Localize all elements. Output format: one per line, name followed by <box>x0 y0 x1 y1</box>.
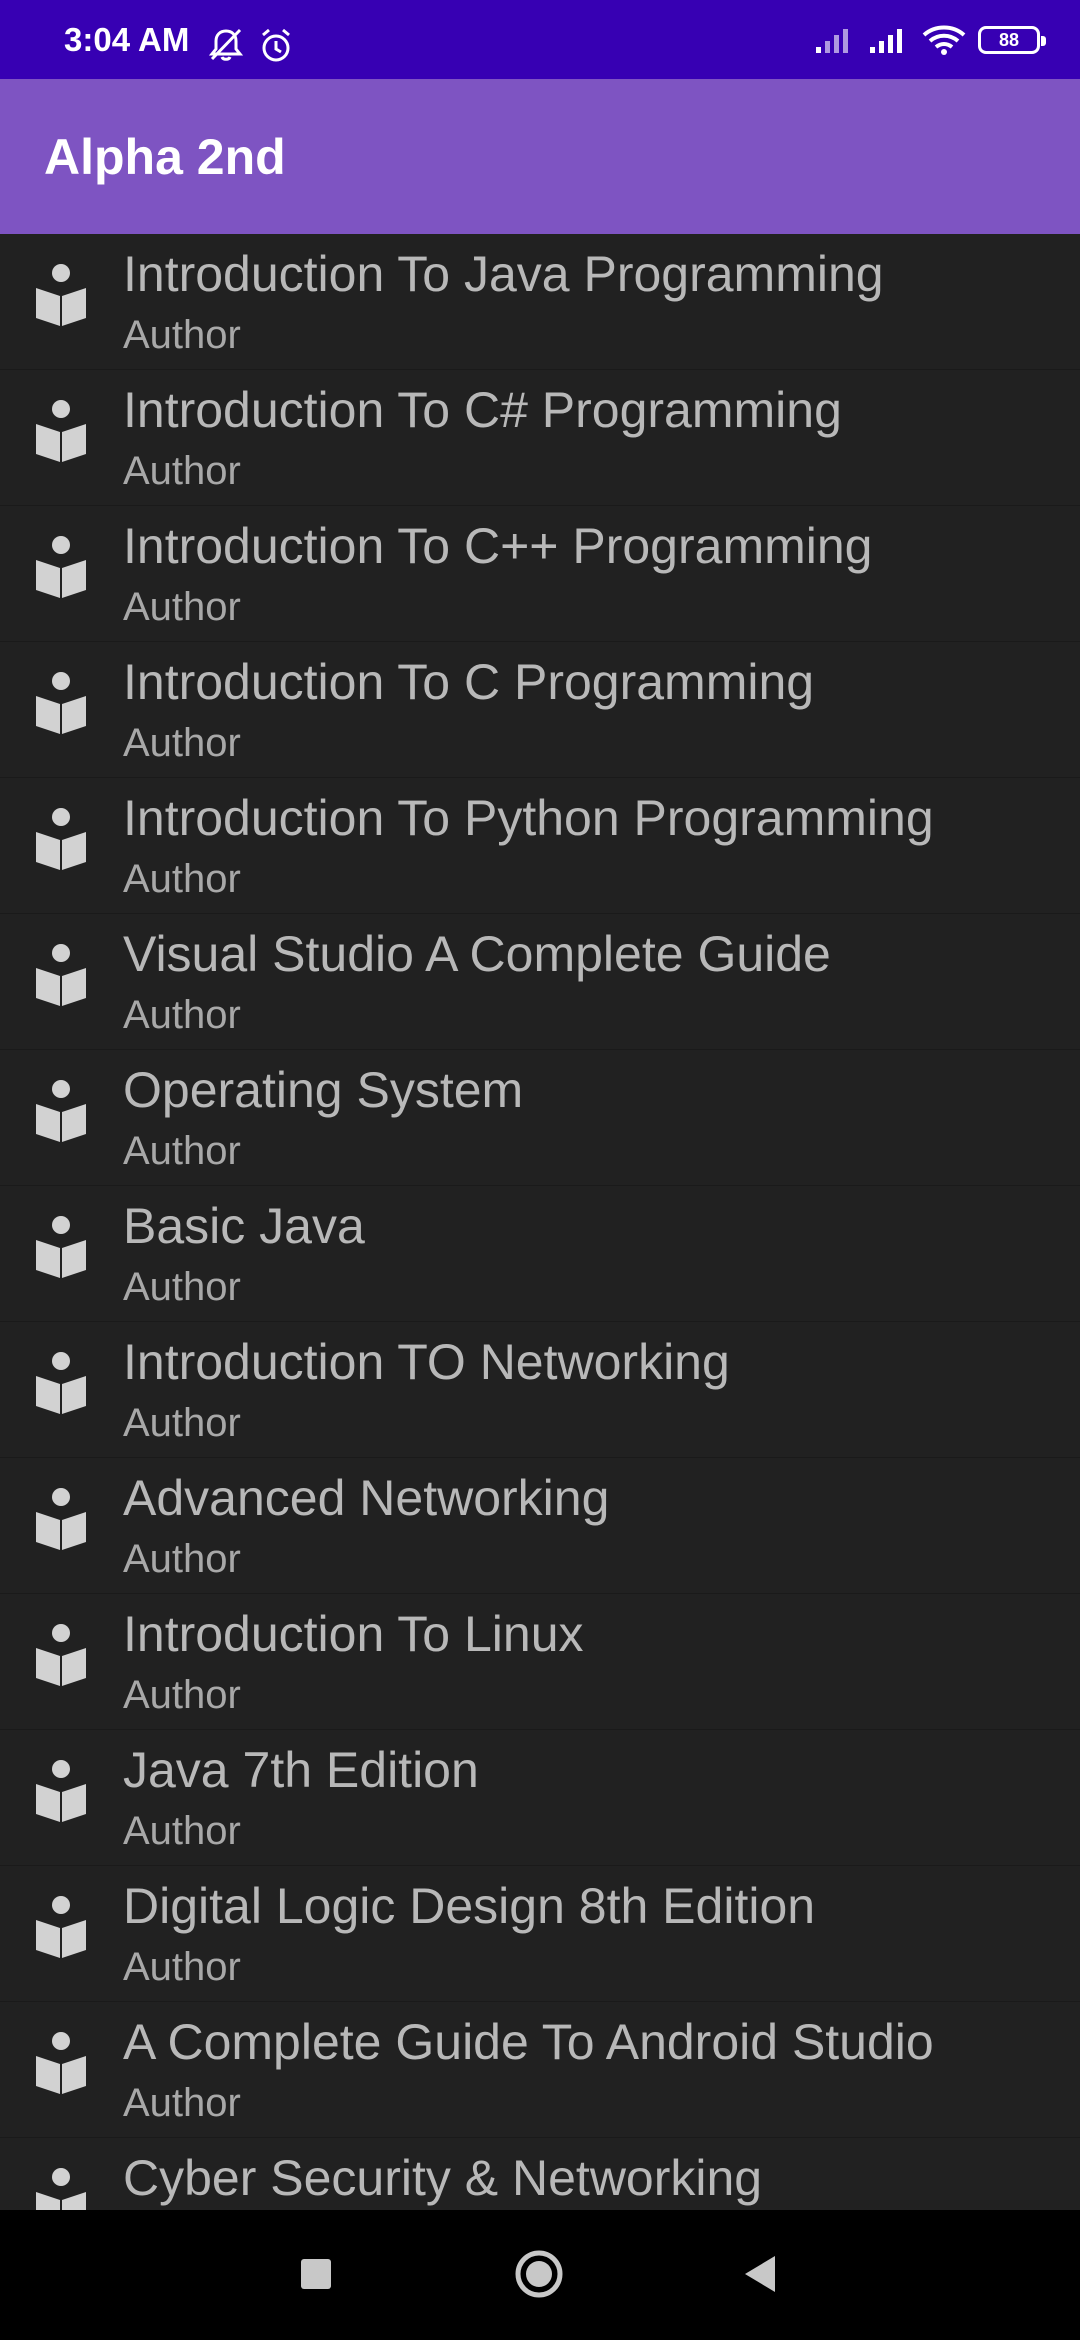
book-title: Introduction To C++ Programming <box>123 518 873 574</box>
book-reader-icon <box>34 1078 88 1144</box>
list-item[interactable]: Digital Logic Design 8th Edition Author <box>0 1866 1080 2002</box>
list-item[interactable]: Java 7th Edition Author <box>0 1730 1080 1866</box>
book-author: Author <box>123 449 241 493</box>
book-title: Cyber Security & Networking <box>123 2150 763 2206</box>
list-item[interactable]: Introduction To C++ Programming Author <box>0 506 1080 642</box>
wifi-icon <box>922 25 966 55</box>
book-reader-icon <box>34 2166 88 2210</box>
home-icon[interactable] <box>515 2250 563 2298</box>
list-item[interactable]: Basic Java Author <box>0 1186 1080 1322</box>
book-author: Author <box>123 2081 241 2125</box>
book-author: Author <box>123 1265 241 1309</box>
list-item[interactable]: Advanced Networking Author <box>0 1458 1080 1594</box>
book-title: Java 7th Edition <box>123 1742 479 1798</box>
book-reader-icon <box>34 1350 88 1416</box>
alarm-icon <box>262 28 290 62</box>
book-author: Author <box>123 721 241 765</box>
book-reader-icon <box>34 806 88 872</box>
book-author: Author <box>123 993 241 1037</box>
navigation-bar <box>0 2210 1080 2340</box>
book-title: Advanced Networking <box>123 1470 610 1526</box>
book-title: Digital Logic Design 8th Edition <box>123 1878 816 1934</box>
book-author: Author <box>123 1401 241 1445</box>
battery-icon: 88 <box>978 26 1046 54</box>
book-author: Author <box>123 585 241 629</box>
mute-notifications-icon <box>208 28 244 61</box>
book-list[interactable]: Introduction To Java Programming Author I… <box>0 234 1080 2210</box>
book-title: Introduction To Python Programming <box>123 790 934 846</box>
book-title: A Complete Guide To Android Studio <box>123 2014 934 2070</box>
list-item[interactable]: Introduction TO Networking Author <box>0 1322 1080 1458</box>
book-title: Operating System <box>123 1062 524 1118</box>
book-author: Author <box>123 1673 241 1717</box>
book-title: Introduction To C Programming <box>123 654 815 710</box>
list-item[interactable]: Operating System Author <box>0 1050 1080 1186</box>
signal-icon <box>816 29 848 53</box>
recents-icon[interactable] <box>301 2259 331 2289</box>
back-icon[interactable] <box>742 2254 778 2294</box>
book-reader-icon <box>34 262 88 328</box>
list-item[interactable]: Introduction To Python Programming Author <box>0 778 1080 914</box>
list-item[interactable]: Introduction To Java Programming Author <box>0 234 1080 370</box>
book-author: Author <box>123 313 241 357</box>
book-reader-icon <box>34 942 88 1008</box>
book-reader-icon <box>34 1894 88 1960</box>
book-reader-icon <box>34 1758 88 1824</box>
book-author: Author <box>123 1129 241 1173</box>
app-title: Alpha 2nd <box>44 129 286 185</box>
book-reader-icon <box>34 398 88 464</box>
book-author: Author <box>123 857 241 901</box>
app-bar: Alpha 2nd <box>0 79 1080 234</box>
status-right-icons: 88 <box>814 24 1046 56</box>
book-reader-icon <box>34 1622 88 1688</box>
book-reader-icon <box>34 1214 88 1280</box>
status-bar: 3:04 AM 88 <box>0 0 1080 79</box>
book-reader-icon <box>34 670 88 736</box>
status-time: 3:04 AM <box>64 21 190 58</box>
list-item[interactable]: A Complete Guide To Android Studio Author <box>0 2002 1080 2138</box>
book-title: Introduction To Java Programming <box>123 246 884 302</box>
book-title: Introduction To Linux <box>123 1606 584 1662</box>
book-title: Introduction To C# Programming <box>123 382 842 438</box>
book-author: Author <box>123 1809 241 1853</box>
book-author: Author <box>123 1537 241 1581</box>
status-left-icons <box>208 28 294 64</box>
battery-level: 88 <box>998 29 1020 50</box>
book-title: Introduction TO Networking <box>123 1334 730 1390</box>
list-item[interactable]: Cyber Security & NetworkingAuthor <box>0 2138 1080 2210</box>
signal-icon <box>870 29 902 53</box>
book-reader-icon <box>34 1486 88 1552</box>
list-item[interactable]: Introduction To C# Programming Author <box>0 370 1080 506</box>
book-reader-icon <box>34 2030 88 2096</box>
list-item[interactable]: Introduction To C Programming Author <box>0 642 1080 778</box>
book-title: Basic Java <box>123 1198 365 1254</box>
book-reader-icon <box>34 534 88 600</box>
list-item[interactable]: Visual Studio A Complete Guide Author <box>0 914 1080 1050</box>
book-author: Author <box>123 1945 241 1989</box>
list-item[interactable]: Introduction To Linux Author <box>0 1594 1080 1730</box>
book-title: Visual Studio A Complete Guide <box>123 926 831 982</box>
